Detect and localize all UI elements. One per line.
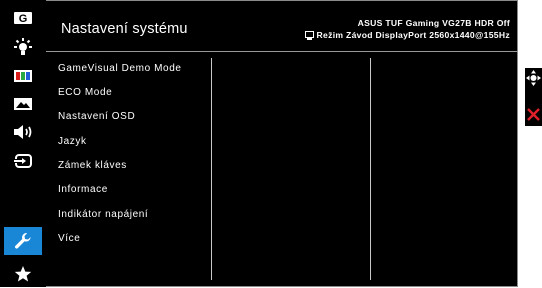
page-title: Nastavení systému [61, 21, 188, 37]
osd-window: G Nastavení systému ASUS TUF Gaming VG27… [0, 0, 518, 287]
monitor-icon [304, 30, 314, 40]
column-divider [370, 58, 371, 280]
menu-item-gamevisual-demo[interactable]: GameVisual Demo Mode [58, 63, 182, 74]
menu-item-osd-settings[interactable]: Nastavení OSD [58, 111, 135, 122]
signal-status-text: Režim Závod DisplayPort 2560x1440@155Hz [316, 30, 510, 40]
star-icon [14, 266, 32, 282]
sidebar-item-brightness[interactable] [6, 33, 40, 61]
navigation-hints [525, 68, 542, 126]
monitor-model-info: ASUS TUF Gaming VG27B HDR Off [357, 18, 510, 28]
menu-item-eco-mode[interactable]: ECO Mode [58, 87, 112, 98]
joystick-move-icon[interactable] [526, 70, 541, 86]
column-divider [211, 58, 212, 280]
sidebar-item-color[interactable] [6, 62, 40, 90]
sidebar-item-sound[interactable] [6, 118, 40, 146]
image-icon [14, 98, 32, 110]
menu-item-information[interactable]: Informace [58, 184, 108, 195]
signal-status: Režim Závod DisplayPort 2560x1440@155Hz [304, 30, 510, 40]
sidebar-item-input[interactable] [6, 147, 40, 175]
sidebar-item-favorites[interactable] [6, 260, 40, 288]
input-select-icon [13, 154, 32, 168]
menu-item-more[interactable]: Více [58, 233, 80, 244]
sidebar-item-system[interactable] [4, 227, 42, 255]
menu-item-power-indicator[interactable]: Indikátor napájení [58, 209, 148, 220]
menu-item-key-lock[interactable]: Zámek kláves [58, 160, 127, 171]
sound-icon [14, 125, 32, 139]
brightness-icon [14, 38, 32, 55]
svg-text:G: G [19, 13, 28, 25]
sidebar-item-image[interactable] [6, 90, 40, 118]
sidebar-item-gamevisual[interactable]: G [6, 4, 40, 32]
sidebar: G [0, 0, 46, 287]
color-bars-icon [14, 70, 32, 82]
header: Nastavení systému ASUS TUF Gaming VG27B … [46, 0, 518, 52]
close-icon[interactable] [527, 108, 540, 121]
wrench-icon [15, 233, 31, 249]
menu-item-language[interactable]: Jazyk [58, 136, 87, 147]
gamevisual-g-icon: G [14, 12, 32, 25]
